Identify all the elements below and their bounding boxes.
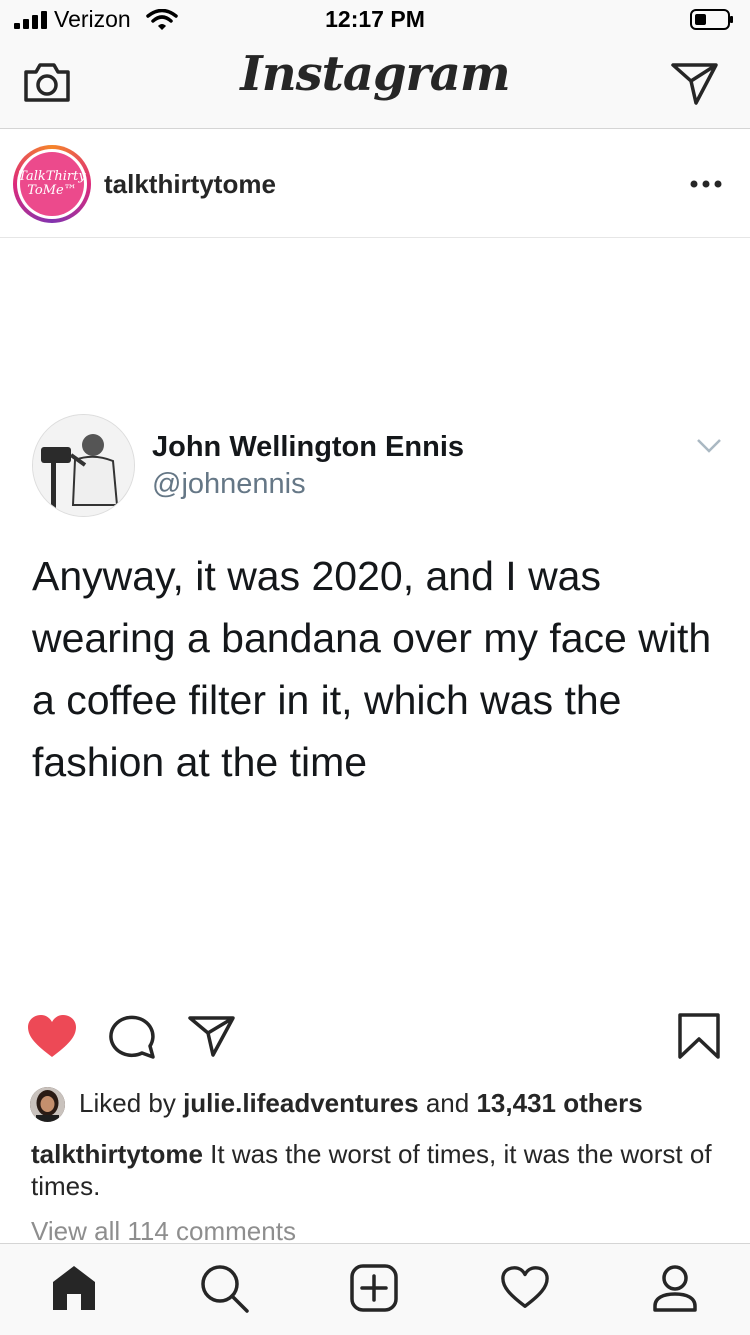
direct-message-icon[interactable] <box>670 60 720 106</box>
add-post-icon[interactable] <box>350 1264 398 1312</box>
post-username[interactable]: talkthirtytome <box>104 169 276 200</box>
comment-icon[interactable] <box>108 1013 156 1059</box>
tweet-author-name: John Wellington Ennis <box>152 431 465 463</box>
heart-icon[interactable] <box>26 1013 78 1059</box>
liker-username[interactable]: julie.lifeadventures <box>183 1088 419 1118</box>
chevron-down-icon <box>697 439 721 453</box>
likes-prefix: Liked by <box>79 1088 176 1118</box>
tweet-avatar <box>32 414 135 517</box>
activity-icon[interactable] <box>500 1264 550 1310</box>
battery-icon <box>690 9 733 30</box>
likes-summary: Liked by julie.lifeadventures and 13,431… <box>79 1088 643 1119</box>
person-avatar-icon <box>30 1087 65 1122</box>
bookmark-icon[interactable] <box>676 1012 722 1060</box>
profile-icon[interactable] <box>652 1264 698 1312</box>
likes-others[interactable]: 13,431 others <box>476 1088 642 1118</box>
app-title: Instagram <box>240 46 510 102</box>
tweet-author-handle: @johnennis <box>152 468 306 500</box>
liker-avatar[interactable] <box>30 1087 65 1122</box>
likes-conjunction: and <box>425 1088 470 1118</box>
home-icon[interactable] <box>51 1264 97 1310</box>
share-icon[interactable] <box>187 1013 237 1057</box>
caption-username[interactable]: talkthirtytome <box>31 1139 203 1169</box>
status-time: 12:17 PM <box>325 6 425 32</box>
more-horizontal-icon[interactable] <box>690 180 722 188</box>
search-icon[interactable] <box>200 1264 250 1314</box>
tweet-text: Anyway, it was 2020, and I was wearing a… <box>32 553 712 785</box>
avatar[interactable]: TalkThirty ToMe™ <box>18 152 86 216</box>
person-with-camera-icon <box>33 415 134 516</box>
caption: talkthirtytome It was the worst of times… <box>31 1138 721 1202</box>
